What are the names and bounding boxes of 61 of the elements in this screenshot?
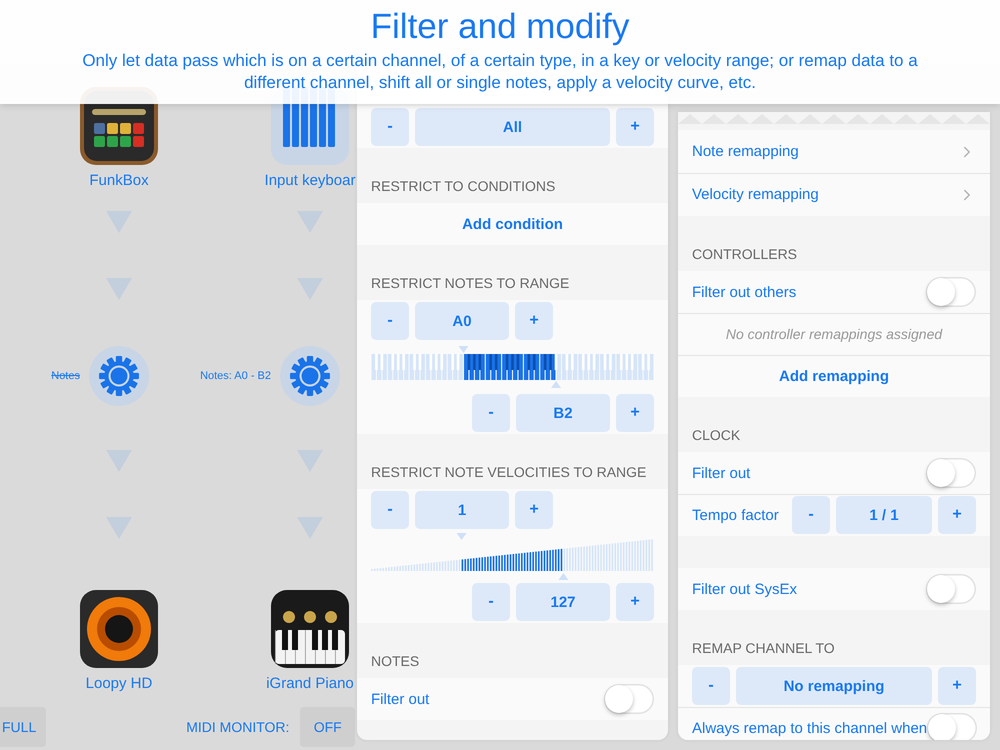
toggle-switch[interactable] [926, 277, 976, 307]
gear-icon [289, 355, 331, 397]
increment-button[interactable]: + [938, 496, 976, 534]
section-header: NOTES [371, 653, 420, 669]
setting-label: Filter out [371, 690, 430, 708]
increment-button[interactable]: + [938, 667, 976, 705]
setting-label: Filter out SysEx [692, 580, 798, 598]
stepper-value: 127 [516, 583, 610, 621]
setting-label: Tempo factor [692, 506, 780, 524]
stepper-value: B2 [516, 394, 610, 432]
velocity-range-drawing[interactable] [371, 531, 654, 581]
app-label: Loopy HD [86, 674, 152, 694]
increment-button[interactable]: + [515, 302, 553, 340]
increment-button[interactable]: + [616, 108, 654, 146]
section-header: RESTRICT NOTES TO RANGE [371, 275, 570, 291]
add-button[interactable]: Add condition [462, 216, 563, 232]
decrement-button[interactable]: - [792, 496, 830, 534]
increment-button[interactable]: + [616, 394, 654, 432]
increment-button[interactable]: + [515, 491, 553, 529]
stepper-value: No remapping [736, 667, 932, 705]
setting-label: Filter out others [692, 284, 798, 300]
speaker-ring-icon[interactable] [80, 590, 158, 668]
stepper-value: A0 [415, 302, 509, 340]
section-header: CONTROLLERS [692, 246, 798, 262]
monitor-label: MIDI MONITOR: [186, 719, 290, 735]
app-label: iGrand Piano [266, 674, 354, 694]
modifier-label: Notes: A0 - B2 [200, 370, 271, 382]
toggle-switch[interactable] [927, 713, 978, 740]
toggle-switch[interactable] [926, 458, 976, 488]
monitor-toggle-button[interactable]: OFF [300, 707, 355, 747]
full-button[interactable]: FULL [0, 707, 46, 747]
gear-icon [98, 355, 140, 397]
menu-item[interactable]: Note remapping [692, 130, 976, 173]
setting-label: Filter out [692, 464, 752, 482]
section-header: REMAP CHANNEL TO [692, 640, 835, 656]
decrement-button[interactable]: - [371, 108, 409, 146]
empty-note: No controller remappings assigned [726, 326, 942, 342]
stepper-value: 1 [415, 491, 509, 529]
banner-description: Only let data pass which is on a certain channel, of a certain type, in a key or velocity range; or remap data to a different channel, shift all or single notes, apply a velocity curve, etc. [81, 50, 919, 94]
decrement-button[interactable]: - [371, 302, 409, 340]
app-label: FunkBox [89, 171, 149, 191]
piano-icon[interactable] [271, 590, 349, 668]
toggle-switch[interactable] [926, 574, 976, 604]
section-header: RESTRICT NOTE VELOCITIES TO RANGE [371, 464, 646, 480]
decrement-button[interactable]: - [472, 394, 510, 432]
menu-item[interactable]: Velocity remapping [692, 173, 976, 216]
decrement-button[interactable]: - [692, 667, 730, 705]
keyboard-range-drawing[interactable] [371, 344, 654, 390]
stepper-value: 1 / 1 [836, 496, 932, 534]
app-label: Input keyboar [264, 171, 356, 191]
stepper-value: All [415, 108, 610, 146]
add-button[interactable]: Add remapping [778, 368, 889, 384]
setting-label: Always remap to this channel when [692, 720, 928, 736]
section-header: RESTRICT TO CONDITIONS [371, 178, 556, 194]
increment-button[interactable]: + [616, 583, 654, 621]
section-header: CLOCK [692, 427, 740, 443]
modifier-label: Notes [51, 370, 80, 382]
decrement-button[interactable]: - [371, 491, 409, 529]
decrement-button[interactable]: - [472, 583, 510, 621]
toggle-switch[interactable] [604, 684, 654, 714]
banner-title: Filter and modify [370, 6, 630, 48]
